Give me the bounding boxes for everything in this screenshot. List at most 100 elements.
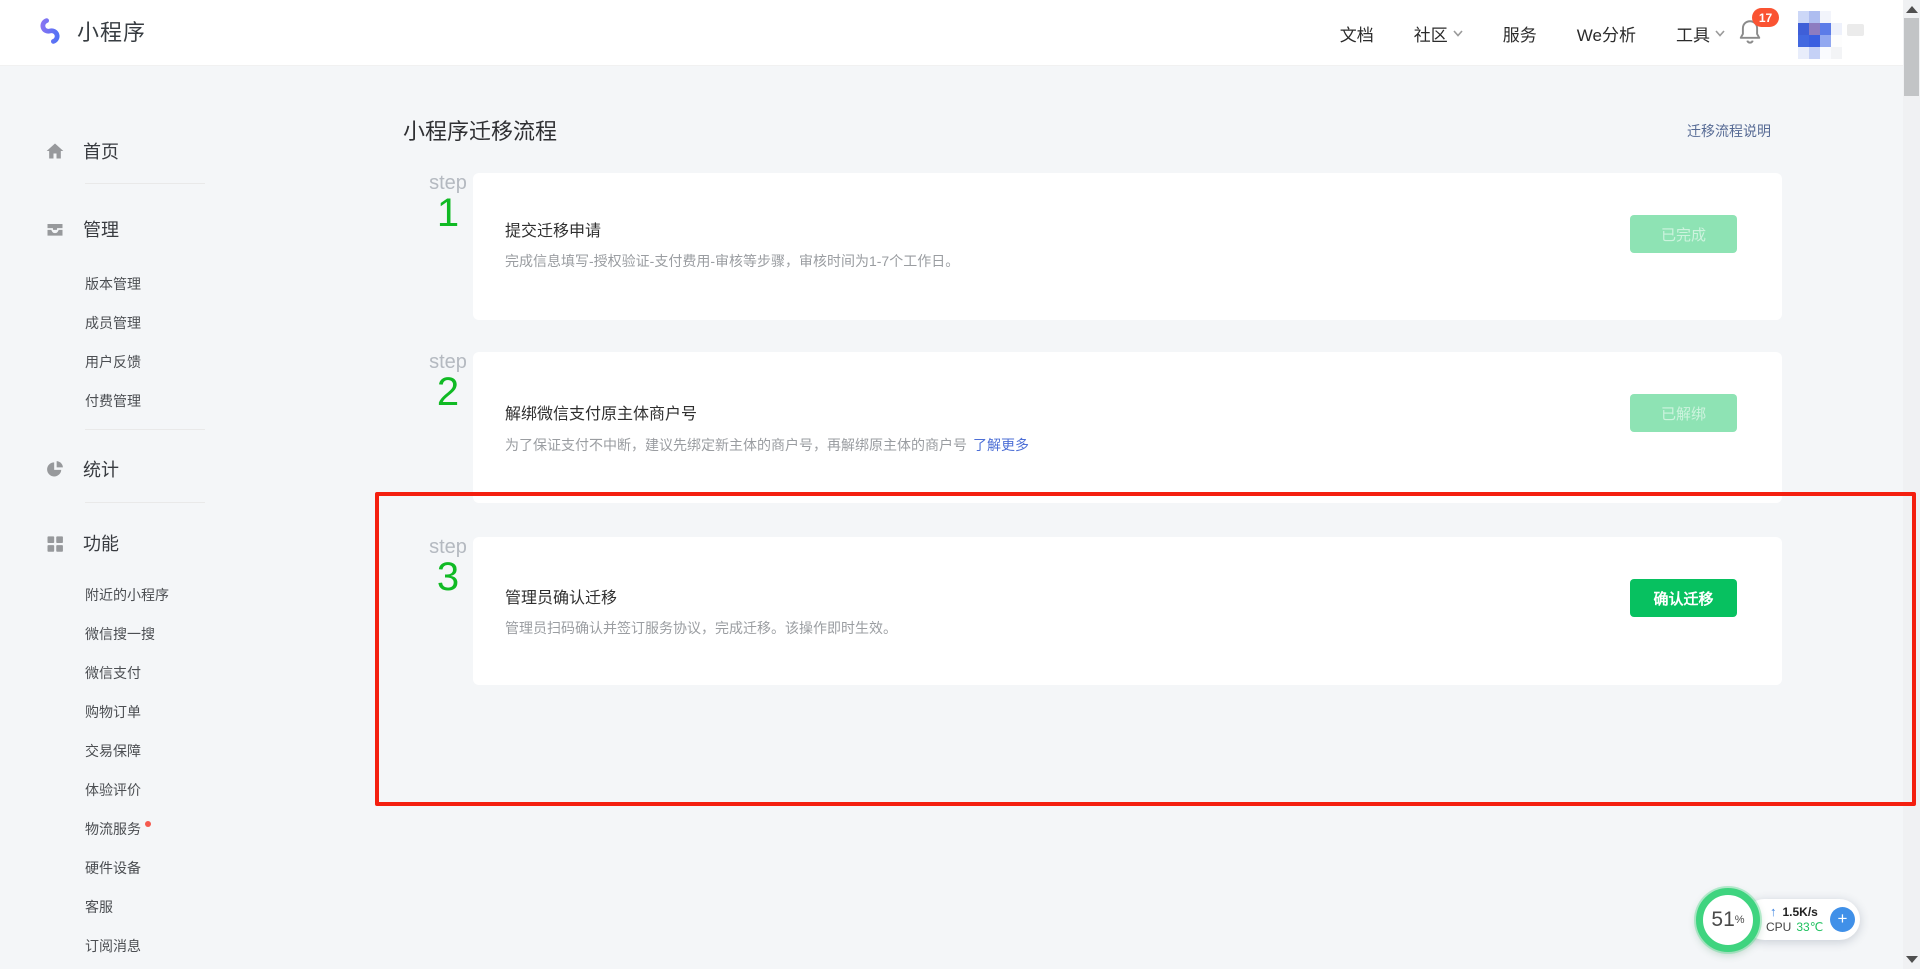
sidebar-item-manage-label: 管理 xyxy=(83,216,119,242)
network-speed-value: 1.5K/s xyxy=(1783,905,1818,919)
sidebar-item-hardware-devices[interactable]: 硬件设备 xyxy=(0,857,283,879)
step-3-desc: 管理员扫码确认并签订服务协议，完成迁移。该操作即时生效。 xyxy=(505,618,897,638)
sidebar-subitem-label: 交易保障 xyxy=(85,741,141,761)
scrollbar-thumb[interactable] xyxy=(1904,18,1919,96)
sidebar-subitem-label: 微信搜一搜 xyxy=(85,624,155,644)
step-number: 2 xyxy=(423,372,473,412)
sidebar-subitem-label: 版本管理 xyxy=(85,274,141,294)
step-3-title: 管理员确认迁移 xyxy=(505,584,617,608)
miniprogram-logo-icon xyxy=(31,11,69,51)
memory-percent-value: 51 xyxy=(1711,908,1734,932)
sidebar-item-paid-manage[interactable]: 付费管理 xyxy=(0,390,283,412)
step-2-card: 解绑微信支付原主体商户号 为了保证支付不中断，建议先绑定新主体的商户号，再解绑原… xyxy=(473,352,1782,503)
step-word: step xyxy=(423,537,473,557)
sidebar-item-logistics-service[interactable]: 物流服务 xyxy=(0,818,283,840)
cpu-temp-value: 33℃ xyxy=(1796,920,1823,934)
sidebar-item-experience-rating[interactable]: 体验评价 xyxy=(0,779,283,801)
sidebar-subitem-label: 付费管理 xyxy=(85,391,141,411)
nav-docs-label: 文档 xyxy=(1340,21,1374,46)
top-header: 小程序 文档 社区 服务 We分析 工具 17 xyxy=(0,0,1920,66)
nav-we-analytics[interactable]: We分析 xyxy=(1577,21,1636,46)
monitor-plus-button[interactable]: + xyxy=(1830,907,1855,932)
sidebar-item-nearby-miniprogram[interactable]: 附近的小程序 xyxy=(0,584,283,606)
cpu-label: CPU xyxy=(1766,920,1791,934)
notification-count-badge: 17 xyxy=(1752,8,1779,27)
nav-docs[interactable]: 文档 xyxy=(1340,21,1374,46)
nav-community[interactable]: 社区 xyxy=(1414,21,1463,46)
step-number: 1 xyxy=(423,193,473,233)
sidebar: 首页 管理 版本管理 成员管理 用户反馈 付费管理 统计 功能 附近的小程序 微… xyxy=(0,66,283,969)
nav-tools[interactable]: 工具 xyxy=(1676,21,1725,46)
sidebar-item-statistics[interactable]: 统计 xyxy=(0,458,283,480)
sidebar-item-shopping-orders[interactable]: 购物订单 xyxy=(0,701,283,723)
network-speed-row: ↑ 1.5K/s xyxy=(1770,904,1818,919)
page-title: 小程序迁移流程 xyxy=(403,114,557,146)
notification-count: 17 xyxy=(1759,11,1772,25)
sidebar-item-version-manage[interactable]: 版本管理 xyxy=(0,273,283,295)
step-3-card: 管理员确认迁移 管理员扫码确认并签订服务协议，完成迁移。该操作即时生效。 确认迁… xyxy=(473,537,1782,685)
sidebar-subitem-label: 用户反馈 xyxy=(85,352,141,372)
cpu-temp-row: CPU 33℃ xyxy=(1766,920,1823,934)
sidebar-item-manage[interactable]: 管理 xyxy=(0,218,283,240)
step-1-card: 提交迁移申请 完成信息填写-授权验证-支付费用-审核等步骤，审核时间为1-7个工… xyxy=(473,173,1782,320)
sidebar-item-statistics-label: 统计 xyxy=(83,456,119,482)
sidebar-item-wechat-pay[interactable]: 微信支付 xyxy=(0,662,283,684)
sidebar-item-features[interactable]: 功能 xyxy=(0,532,283,554)
sidebar-subitem-label: 硬件设备 xyxy=(85,858,141,878)
sidebar-subitem-label: 订阅消息 xyxy=(85,936,141,956)
new-badge-dot xyxy=(145,821,151,827)
step-number: 3 xyxy=(423,557,473,597)
nav-tools-label: 工具 xyxy=(1676,21,1710,46)
sidebar-item-trade-guarantee[interactable]: 交易保障 xyxy=(0,740,283,762)
step-word: step xyxy=(423,173,473,193)
nav-community-label: 社区 xyxy=(1414,21,1448,46)
sidebar-divider xyxy=(85,429,205,430)
nav-we-analytics-label: We分析 xyxy=(1577,21,1636,46)
pie-chart-icon xyxy=(45,459,65,479)
step-3-label: step 3 xyxy=(423,537,473,597)
nav-services-label: 服务 xyxy=(1503,21,1537,46)
sidebar-item-home-label: 首页 xyxy=(83,138,119,164)
scroll-up-arrow[interactable] xyxy=(1906,6,1918,13)
sidebar-subitem-label: 体验评价 xyxy=(85,780,141,800)
chevron-down-icon xyxy=(1453,30,1463,37)
migration-help-link[interactable]: 迁移流程说明 xyxy=(1687,121,1771,141)
step-1-title: 提交迁移申请 xyxy=(505,217,601,241)
learn-more-link[interactable]: 了解更多 xyxy=(973,437,1029,453)
sidebar-item-features-label: 功能 xyxy=(83,530,119,556)
upload-arrow-icon: ↑ xyxy=(1770,904,1777,919)
step-2-done-button[interactable]: 已解绑 xyxy=(1630,394,1737,432)
sidebar-item-customer-service[interactable]: 客服 xyxy=(0,896,283,918)
step-2-desc: 为了保证支付不中断，建议先绑定新主体的商户号，再解绑原主体的商户号了解更多 xyxy=(505,435,1029,455)
sidebar-divider xyxy=(85,502,205,503)
avatar-side-chip xyxy=(1847,24,1864,36)
grid-icon xyxy=(45,533,65,553)
app-logo[interactable]: 小程序 xyxy=(35,15,146,47)
step-2-desc-text: 为了保证支付不中断，建议先绑定新主体的商户号，再解绑原主体的商户号 xyxy=(505,437,967,453)
inbox-icon xyxy=(45,219,65,239)
sidebar-item-wechat-search[interactable]: 微信搜一搜 xyxy=(0,623,283,645)
step-1-desc: 完成信息填写-授权验证-支付费用-审核等步骤，审核时间为1-7个工作日。 xyxy=(505,251,959,271)
sidebar-item-user-feedback[interactable]: 用户反馈 xyxy=(0,351,283,373)
system-monitor-widget: ↑ 1.5K/s CPU 33℃ + 51 % xyxy=(1696,888,1868,956)
sidebar-item-subscribe-messages[interactable]: 订阅消息 xyxy=(0,935,283,957)
header-nav: 文档 社区 服务 We分析 工具 xyxy=(1340,0,1725,66)
sidebar-item-member-manage[interactable]: 成员管理 xyxy=(0,312,283,334)
chevron-down-icon xyxy=(1715,30,1725,37)
confirm-migration-button[interactable]: 确认迁移 xyxy=(1630,579,1737,617)
avatar[interactable] xyxy=(1798,11,1842,59)
sidebar-subitem-label: 成员管理 xyxy=(85,313,141,333)
memory-percent-ball[interactable]: 51 % xyxy=(1696,888,1760,952)
step-2-label: step 2 xyxy=(423,352,473,412)
monitor-stats-pill: ↑ 1.5K/s CPU 33℃ + xyxy=(1744,899,1860,940)
sidebar-item-home[interactable]: 首页 xyxy=(0,140,283,162)
nav-services[interactable]: 服务 xyxy=(1503,21,1537,46)
sidebar-subitem-label: 物流服务 xyxy=(85,819,141,839)
sidebar-divider xyxy=(85,183,205,184)
step-word: step xyxy=(423,352,473,372)
vertical-scrollbar[interactable] xyxy=(1903,0,1920,969)
sidebar-subitem-label: 购物订单 xyxy=(85,702,141,722)
scroll-down-arrow[interactable] xyxy=(1906,956,1918,963)
step-1-done-button[interactable]: 已完成 xyxy=(1630,215,1737,253)
home-icon xyxy=(45,141,65,161)
